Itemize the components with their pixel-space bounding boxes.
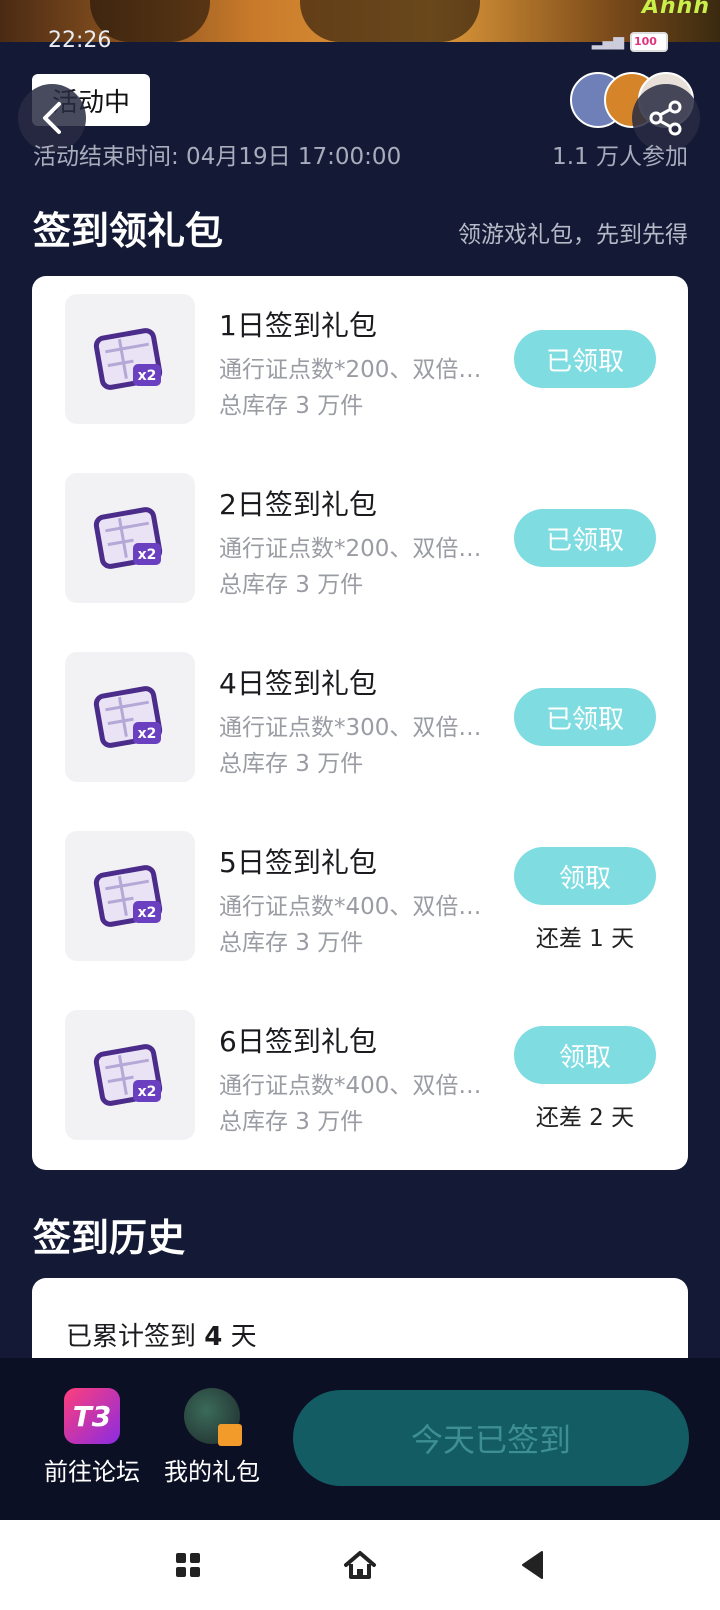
gift-list-card: x2 1日签到礼包 通行证点数*200、双倍经验卡 总库存 3 万件 已领取 x… <box>32 276 688 1170</box>
gift-stock: 总库存 3 万件 <box>219 930 364 956</box>
gift-stock: 总库存 3 万件 <box>219 572 364 598</box>
claimed-button[interactable]: 已领取 <box>514 688 656 746</box>
my-gifts-label: 我的礼包 <box>164 1458 260 1486</box>
bottom-action-bar: T3 前往论坛 我的礼包 今天已签到 <box>0 1358 720 1520</box>
claim-button[interactable]: 领取 <box>514 847 656 905</box>
svg-text:x2: x2 <box>138 1084 157 1100</box>
gift-thumbnail: x2 <box>65 294 195 424</box>
system-nav-bar <box>0 1520 720 1610</box>
back-triangle-icon <box>522 1551 543 1579</box>
gift-thumbnail: x2 <box>65 473 195 603</box>
gift-thumbnail: x2 <box>65 1010 195 1140</box>
gift-name: 2日签到礼包 <box>219 488 377 521</box>
gift-section-title: 签到领礼包 <box>33 209 224 253</box>
gift-description: 通行证点数*200、双倍经验卡 <box>219 357 489 383</box>
gift-description: 通行证点数*400、双倍经验卡 <box>219 1073 489 1099</box>
gift-row: x2 1日签到礼包 通行证点数*200、双倍经验卡 总库存 3 万件 已领取 <box>32 294 688 424</box>
gift-thumbnail: x2 <box>65 652 195 782</box>
gift-row: x2 4日签到礼包 通行证点数*300、双倍经验卡 总库存 3 万件 已领取 <box>32 652 688 782</box>
claimed-button[interactable]: 已领取 <box>514 330 656 388</box>
home-button[interactable] <box>335 1542 385 1588</box>
status-time: 22:26 <box>48 28 112 53</box>
gift-description: 通行证点数*200、双倍经验卡 <box>219 536 489 562</box>
svg-text:x2: x2 <box>138 905 157 921</box>
gift-stock: 总库存 3 万件 <box>219 751 364 777</box>
ticket-x2-icon: x2 <box>93 507 163 569</box>
history-section-title: 签到历史 <box>33 1216 186 1260</box>
gift-row: x2 6日签到礼包 通行证点数*400、双倍经验卡 总库存 3 万件 领取 还差… <box>32 1010 688 1140</box>
go-to-forum-button[interactable]: T3 前往论坛 <box>30 1388 154 1498</box>
gift-section-subtitle: 领游戏礼包，先到先得 <box>458 222 688 248</box>
gift-name: 6日签到礼包 <box>219 1025 377 1058</box>
banner-deco-text: Ahhh <box>641 0 710 19</box>
recent-apps-button[interactable] <box>163 1542 213 1588</box>
gift-stock: 总库存 3 万件 <box>219 1109 364 1135</box>
gift-thumbnail: x2 <box>65 831 195 961</box>
ticket-x2-icon: x2 <box>93 686 163 748</box>
status-icons: ▂▄▆ 100 <box>592 32 668 52</box>
activity-end-time: 活动结束时间: 04月19日 17:00:00 <box>33 144 402 170</box>
my-gifts-icon <box>184 1388 242 1446</box>
home-icon <box>344 1551 376 1579</box>
t3-forum-icon: T3 <box>64 1388 120 1444</box>
claim-button[interactable]: 领取 <box>514 1026 656 1084</box>
gift-stock: 总库存 3 万件 <box>219 393 364 419</box>
gift-description: 通行证点数*300、双倍经验卡 <box>219 715 489 741</box>
ticket-x2-icon: x2 <box>93 1044 163 1106</box>
back-arrow-icon <box>43 102 61 134</box>
share-icon <box>649 100 682 136</box>
gift-name: 4日签到礼包 <box>219 667 377 700</box>
forum-label: 前往论坛 <box>44 1458 140 1486</box>
banner-shape <box>300 0 480 42</box>
svg-text:x2: x2 <box>138 368 157 384</box>
nav-back-button[interactable] <box>507 1542 557 1588</box>
total-checkin-days: 已累计签到 4 天 <box>66 1322 257 1352</box>
days-remaining: 还差 2 天 <box>535 1105 635 1131</box>
my-gifts-button[interactable]: 我的礼包 <box>160 1388 264 1498</box>
svg-text:x2: x2 <box>138 726 157 742</box>
days-remaining: 还差 1 天 <box>535 926 635 952</box>
gift-name: 1日签到礼包 <box>219 309 377 342</box>
gift-name: 5日签到礼包 <box>219 846 377 879</box>
participant-count: 1.1 万人参加 <box>552 144 688 170</box>
signal-icon: ▂▄▆ <box>591 34 624 50</box>
battery-icon: 100 <box>630 32 668 52</box>
ticket-x2-icon: x2 <box>93 865 163 927</box>
gift-row: x2 2日签到礼包 通行证点数*200、双倍经验卡 总库存 3 万件 已领取 <box>32 473 688 603</box>
gift-description: 通行证点数*400、双倍经验卡 <box>219 894 489 920</box>
svg-text:x2: x2 <box>138 547 157 563</box>
gift-row: x2 5日签到礼包 通行证点数*400、双倍经验卡 总库存 3 万件 领取 还差… <box>32 831 688 961</box>
recent-apps-icon <box>176 1553 200 1577</box>
ticket-x2-icon: x2 <box>93 328 163 390</box>
checked-in-today-button[interactable]: 今天已签到 <box>293 1390 689 1486</box>
claimed-button[interactable]: 已领取 <box>514 509 656 567</box>
